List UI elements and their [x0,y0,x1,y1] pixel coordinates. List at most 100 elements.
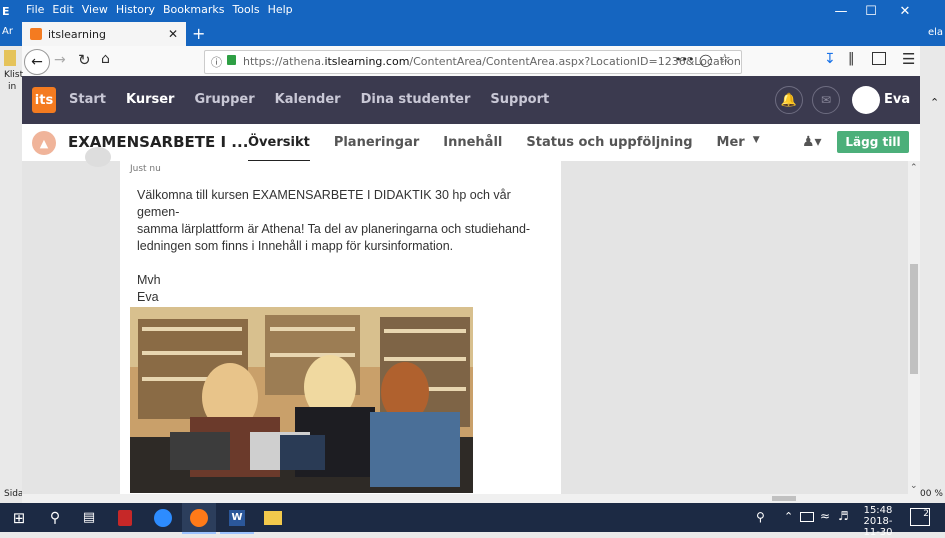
library-photo [130,307,473,493]
close-tab-icon[interactable]: ✕ [168,27,178,41]
left-fragment-sida: Sida [4,489,24,499]
zoom-app-icon[interactable] [146,503,180,532]
url-prefix: https://athena. [243,55,325,68]
close-window-button[interactable]: ✕ [888,0,922,22]
post-line-2: samma lärplattform är Athena! Ta del av … [137,222,531,236]
windows-start-icon[interactable]: ⊞ [2,503,36,532]
scroll-up-icon[interactable]: ⌃ [910,163,918,173]
chevron-up-icon: ⌃ [930,96,940,109]
scrollbar-thumb[interactable] [910,264,918,374]
user-name[interactable]: Eva [884,92,910,107]
post-avatar [85,147,111,167]
right-fragment-zoom: 00 % [920,489,943,499]
home-button[interactable]: ⌂ [101,51,110,67]
main-nav: Start Kurser Grupper Kalender Dina stude… [69,92,549,107]
app-fragment: E [2,5,10,18]
tab-title: itslearning [48,27,106,41]
volume-icon[interactable]: ♬ [838,509,849,523]
minimize-button[interactable]: — [824,0,858,22]
notification-count: 2 [923,509,929,519]
sidebar-icon[interactable] [872,52,886,65]
left-fragment-in: in [8,82,17,92]
wifi-icon[interactable]: ≈ [820,509,830,523]
course-cap-icon: ▲ [32,131,56,155]
itslearning-header: its Start Kurser Grupper Kalender Dina s… [22,76,920,124]
menu-edit[interactable]: Edit [52,3,73,16]
itslearning-logo[interactable]: its [32,87,56,113]
url-bar[interactable]: ⓘ https://athena.itslearning.com/Content… [204,50,742,74]
menu-help[interactable]: Help [268,3,293,16]
url-domain: itslearning.com [324,55,410,68]
menu-file[interactable]: File [26,3,44,16]
clipboard-icon [4,50,16,66]
nav-grupper[interactable]: Grupper [194,92,254,107]
clock[interactable]: 15:48 2018-11-30 [856,505,900,538]
info-icon[interactable]: ⓘ [211,54,222,70]
maximize-button[interactable]: ☐ [854,0,888,22]
word-icon[interactable]: W [220,503,254,534]
participants-icon[interactable]: ♟▾ [802,134,822,150]
notifications-bell-icon[interactable]: 🔔 [775,86,803,114]
tab-planeringar[interactable]: Planeringar [334,135,419,163]
task-view-icon[interactable]: ▤ [72,503,106,532]
url-text: https://athena.itslearning.com/ContentAr… [243,55,741,68]
hamburger-menu-icon[interactable]: ☰ [902,50,915,68]
post-time: Just nu [130,164,161,174]
menu-view[interactable]: View [82,3,108,16]
people-icon[interactable]: ⚲ [756,510,765,524]
horizontal-scrollbar[interactable] [22,494,920,503]
nav-kurser[interactable]: Kurser [126,92,174,107]
desktop-left-edge: Klist in Sida [0,46,24,504]
download-icon[interactable]: ↧ [824,51,836,67]
tab-status-och-uppfoljning[interactable]: Status och uppföljning [526,135,692,163]
clock-time: 15:48 [863,505,893,516]
back-button[interactable]: ← [24,49,50,75]
new-tab-button[interactable]: + [192,24,205,43]
tab-oversikt[interactable]: Översikt [248,135,310,163]
bookmark-star-icon[interactable]: ☆ [719,52,731,67]
menu-bar: File Edit View History Bookmarks Tools H… [26,3,301,16]
hscroll-thumb[interactable] [772,496,796,501]
window-titlebar: E File Edit View History Bookmarks Tools… [0,0,945,22]
firefox-icon[interactable] [182,503,216,534]
post-line-3: ledningen som finns i Innehåll i mapp fö… [137,239,454,253]
nav-dina-studenter[interactable]: Dina studenter [361,92,471,107]
lock-icon [227,55,236,65]
menu-history[interactable]: History [116,3,155,16]
battery-icon[interactable] [800,512,814,522]
desktop-right-edge: ⌃ 00 % [920,46,945,504]
add-button[interactable]: Lägg till [837,131,909,153]
course-tabs: Översikt Planeringar Innehåll Status och… [248,135,760,163]
notification-center-icon[interactable]: 2 [910,508,930,526]
post-body: Välkomna till kursen EXAMENSARBETE I DID… [137,187,547,306]
left-fragment-klist: Klist [4,70,24,80]
itslearning-favicon-icon [30,28,42,40]
reload-button[interactable]: ↻ [78,51,91,69]
menu-tools[interactable]: Tools [232,3,259,16]
forward-button[interactable]: → [54,52,66,68]
file-explorer-icon[interactable] [256,503,290,532]
messages-icon[interactable]: ✉ [812,86,840,114]
nav-start[interactable]: Start [69,92,106,107]
tab-mer[interactable]: Mer [717,135,745,163]
course-header: ▲ EXAMENSARBETE I ... Översikt Planering… [22,124,920,163]
post-sign-eva: Eva [137,290,159,304]
nav-kalender[interactable]: Kalender [275,92,341,107]
page-actions-icon[interactable]: ••• [675,53,694,66]
shield-app-icon[interactable] [108,503,142,532]
search-icon[interactable]: ⚲ [38,503,72,532]
chevron-down-icon[interactable]: ▼ [753,135,760,163]
browser-tab[interactable]: itslearning ✕ [22,22,186,46]
page-scrollbar[interactable]: ⌃ ⌄ [908,161,920,494]
scroll-down-icon[interactable]: ⌄ [910,481,918,491]
left-fragment-ar: Ar [2,26,13,37]
tray-chevron-icon[interactable]: ⌃ [784,510,793,523]
menu-bookmarks[interactable]: Bookmarks [163,3,224,16]
library-icon[interactable]: ‖ [848,51,855,66]
right-fragment-ela: ela [928,27,944,38]
tab-innehall[interactable]: Innehåll [443,135,502,163]
post-line-1: Välkomna till kursen EXAMENSARBETE I DID… [137,188,511,219]
nav-support[interactable]: Support [490,92,549,107]
pocket-icon[interactable]: ◯ [699,53,712,67]
avatar[interactable] [852,86,880,114]
